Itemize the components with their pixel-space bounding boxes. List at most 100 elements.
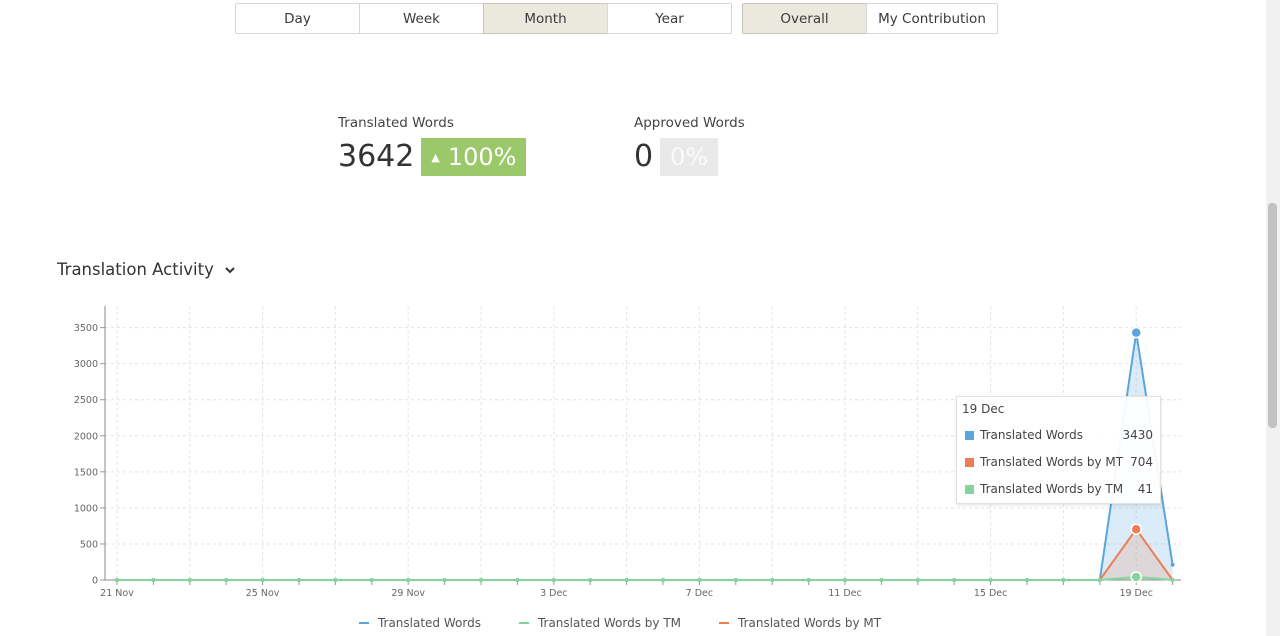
series-line (117, 527, 1174, 581)
tooltip-row: Translated Words 3430 (965, 428, 1153, 442)
scope-overall-button[interactable]: Overall (742, 3, 867, 34)
data-point (224, 578, 229, 582)
tooltip-row-value: 704 (1130, 455, 1153, 469)
tooltip-row-value: 41 (1137, 482, 1153, 496)
data-point (661, 578, 665, 582)
legend-line (719, 622, 729, 624)
tooltip-row: Translated Words by MT 704 (965, 455, 1153, 469)
x-tick-label: 15 Dec (974, 588, 1008, 599)
tooltip-swatch (965, 430, 974, 440)
x-tick-label: 19 Dec (1119, 588, 1153, 599)
section-title: Translation Activity (57, 260, 214, 279)
translated-words-label: Translated Words (338, 115, 454, 131)
legend-item-translated-words[interactable]: Translated Words (358, 616, 481, 630)
data-point (697, 578, 702, 582)
x-tick-label: 29 Nov (391, 588, 425, 599)
period-filter: Day Week Month Year (235, 3, 732, 34)
tooltip-date: 19 Dec (962, 402, 1005, 416)
x-tick-label: 3 Dec (540, 588, 567, 599)
translated-change-value: 100% (447, 143, 517, 171)
y-tick-label: 1000 (74, 503, 98, 514)
translated-change-badge: ▲ 100% (421, 138, 527, 176)
chart-tooltip: 19 Dec Translated Words 3430 Translated … (956, 396, 1161, 504)
approved-change-value: 0% (670, 143, 709, 171)
y-tick-label: 2500 (74, 395, 98, 406)
data-point (1061, 578, 1066, 582)
period-week-button[interactable]: Week (359, 3, 484, 34)
period-month-button[interactable]: Month (483, 3, 608, 34)
data-point (915, 578, 920, 582)
legend-label: Translated Words by TM (537, 616, 681, 630)
scrollbar-thumb[interactable] (1268, 203, 1277, 428)
y-tick-label: 2000 (74, 431, 98, 442)
data-point (369, 578, 374, 582)
data-point (297, 578, 301, 582)
data-point (843, 578, 847, 582)
data-point (115, 578, 119, 582)
approved-words-label: Approved Words (634, 115, 745, 131)
period-day-button[interactable]: Day (235, 3, 360, 34)
x-tick-label: 21 Nov (100, 588, 134, 599)
data-point (151, 578, 156, 582)
legend-item-translated-words-mt[interactable]: Translated Words by MT (719, 616, 881, 630)
data-point (515, 578, 520, 582)
y-tick-label: 0 (92, 576, 98, 587)
data-point (588, 578, 593, 582)
data-point (406, 578, 411, 582)
legend-item-translated-words-tm[interactable]: Translated Words by TM (518, 616, 681, 630)
period-year-button[interactable]: Year (607, 3, 732, 34)
data-point (988, 578, 993, 582)
legend-label: Translated Words (377, 616, 481, 630)
tooltip-swatch (965, 484, 974, 494)
series-area (117, 529, 1173, 580)
x-tick-label: 7 Dec (686, 588, 713, 599)
data-point (770, 578, 775, 582)
data-point (479, 578, 483, 582)
y-tick-label: 1500 (74, 467, 98, 478)
tooltip-row-label: Translated Words by MT (980, 455, 1124, 469)
data-point (624, 578, 629, 582)
x-tick-label: 25 Nov (246, 588, 280, 599)
data-point (1130, 326, 1142, 339)
approved-change-badge: 0% (660, 138, 719, 176)
data-point (1130, 571, 1142, 583)
chart-legend: Translated Words Translated Words by TM … (0, 616, 1240, 630)
data-point (1130, 523, 1142, 535)
y-tick-label: 3500 (74, 323, 98, 334)
scope-my-contribution-button[interactable]: My Contribution (866, 3, 998, 34)
tooltip-row-value: 3430 (1122, 428, 1153, 442)
legend-line (518, 622, 529, 624)
tooltip-row-label: Translated Words by TM (980, 482, 1124, 496)
data-point (1170, 562, 1175, 567)
data-point (1025, 578, 1029, 582)
tooltip-swatch (965, 457, 974, 467)
x-tick-label: 11 Dec (828, 588, 862, 599)
y-tick-label: 500 (80, 539, 98, 550)
data-point (806, 578, 811, 582)
data-point (551, 578, 556, 582)
chevron-down-icon (225, 266, 235, 273)
data-point (733, 578, 738, 582)
translated-words-value: 3642 (338, 139, 415, 174)
scope-filter: Overall My Contribution (742, 3, 998, 34)
data-point (442, 578, 447, 582)
data-point (1097, 578, 1102, 582)
approved-words-value: 0 (634, 139, 654, 174)
tooltip-row: Translated Words by TM 41 (965, 482, 1153, 496)
data-point (260, 578, 265, 582)
translated-words-stat: Translated Words 3642 ▲ 100% (338, 115, 527, 176)
arrow-up-icon: ▲ (431, 150, 440, 164)
page-scrollbar[interactable] (1266, 0, 1280, 636)
legend-label: Translated Words by MT (738, 616, 882, 630)
data-point (952, 578, 957, 582)
legend-line (358, 622, 369, 624)
data-point (1170, 578, 1175, 582)
data-point (879, 578, 884, 582)
approved-words-stat: Approved Words 0 0% (634, 115, 745, 176)
data-point (333, 578, 338, 582)
series-line (117, 575, 1173, 581)
translation-activity-dropdown[interactable]: Translation Activity (57, 260, 237, 279)
tooltip-row-label: Translated Words (980, 428, 1084, 442)
data-point (187, 578, 192, 582)
y-tick-label: 3000 (74, 359, 98, 370)
